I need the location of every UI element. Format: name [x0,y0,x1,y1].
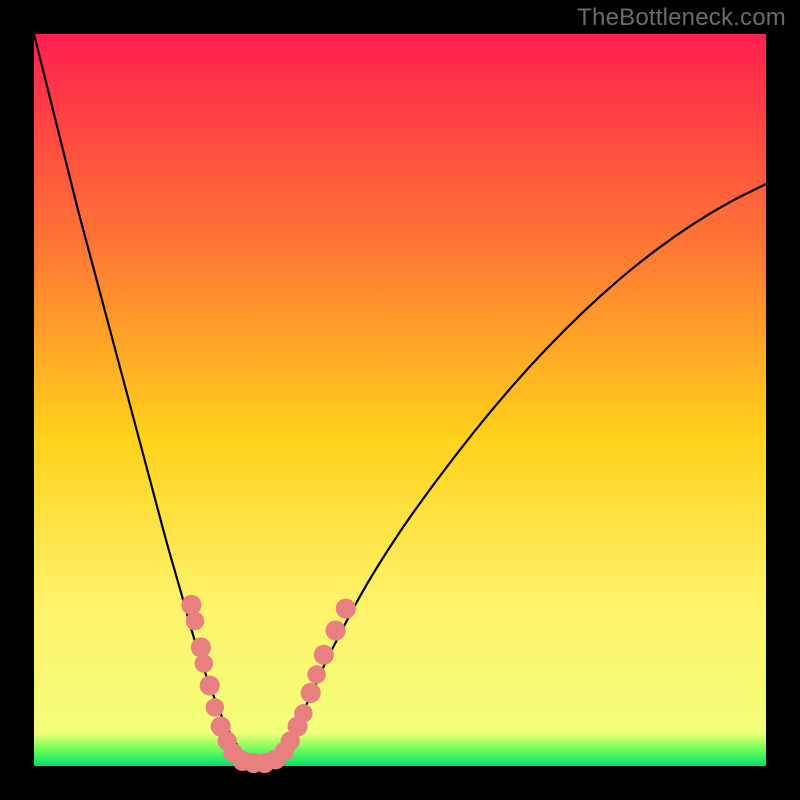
curve-marker [307,665,325,683]
curve-marker [195,654,213,672]
curve-marker [326,621,346,641]
curve-marker [336,599,356,619]
curve-marker [314,645,334,665]
curve-marker [186,612,204,630]
plot-background [34,34,766,766]
watermark-text: TheBottleneck.com [577,4,786,32]
curve-marker [181,595,201,615]
curve-marker [294,704,312,722]
curve-marker [301,683,321,703]
curve-marker [206,698,224,716]
chart-frame: TheBottleneck.com [0,0,800,800]
bottleneck-chart [0,0,800,800]
curve-marker [191,637,211,657]
curve-marker [200,675,220,695]
